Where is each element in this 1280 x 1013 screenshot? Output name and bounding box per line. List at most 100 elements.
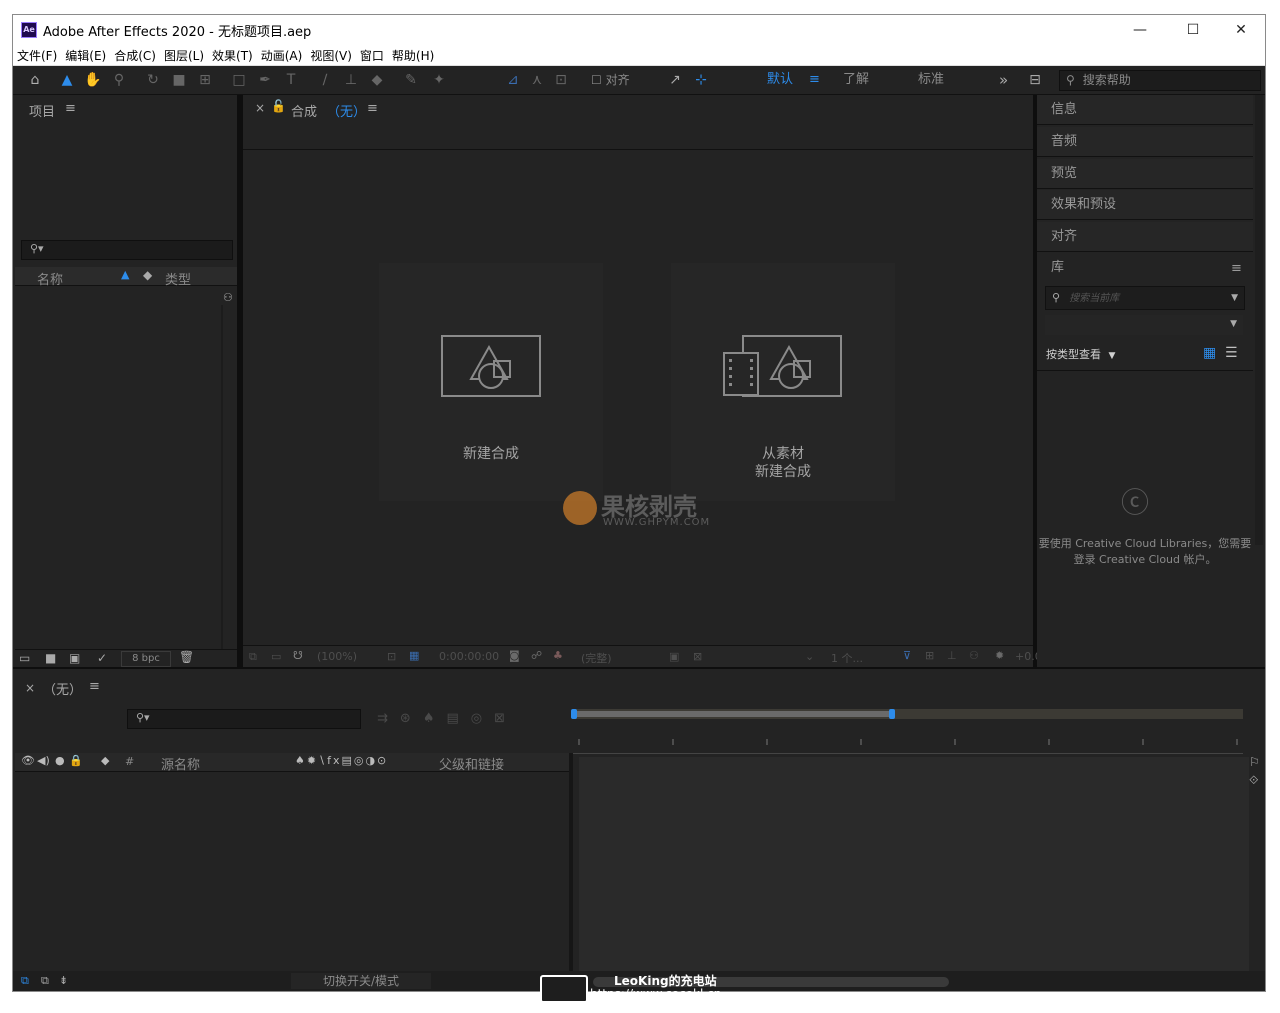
color-channel-icon[interactable]: ♣ <box>553 649 563 662</box>
grid-view-icon[interactable]: ▦ <box>1203 345 1216 361</box>
timeline-divider[interactable] <box>569 753 573 973</box>
work-area-end-handle[interactable] <box>889 709 895 719</box>
menu-view[interactable]: 视图(V) <box>310 47 352 64</box>
library-search-input[interactable]: ⚲ 搜索当前库 ▼ <box>1045 286 1245 310</box>
views-select[interactable]: 1 个... <box>831 650 863 666</box>
snapshot-icon[interactable]: ◙ <box>509 649 520 662</box>
time-ruler[interactable] <box>573 737 1243 754</box>
workspace-default[interactable]: 默认 <box>767 70 793 90</box>
composition-name[interactable]: （无） <box>327 101 366 120</box>
in-out-duration-icon[interactable]: ⇟ <box>59 974 68 987</box>
zoom-select[interactable]: (100%) <box>317 650 357 663</box>
delete-trash-icon[interactable]: 🗑 <box>179 650 194 664</box>
audio-icon[interactable]: ◀) <box>37 754 50 767</box>
menu-effect[interactable]: 效果(T) <box>212 47 253 64</box>
work-area-start-handle[interactable] <box>571 709 577 719</box>
info-panel[interactable]: 信息 <box>1037 95 1253 125</box>
project-panel-title[interactable]: 项目 <box>29 101 55 120</box>
menu-window[interactable]: 窗口 <box>360 47 384 64</box>
menu-animation[interactable]: 动画(A) <box>261 47 303 64</box>
bit-depth-button[interactable]: 8 bpc <box>121 651 171 667</box>
type-column-header[interactable]: 类型 <box>165 269 191 288</box>
composition-mini-flowchart-icon[interactable]: ⇉ <box>377 711 400 726</box>
project-scrollbar[interactable] <box>221 305 223 649</box>
label-tag-icon[interactable]: ◆ <box>143 268 152 282</box>
brush-tool-icon[interactable]: ∕ <box>315 70 335 90</box>
view-axis-icon[interactable]: ⊡ <box>551 70 571 90</box>
comp-flowchart-icon[interactable]: ⊥ <box>947 649 957 662</box>
sync-settings-icon[interactable]: ⊟ <box>1025 70 1045 90</box>
timeline-nav-icon[interactable]: ⟐ <box>1249 773 1263 787</box>
menu-layer[interactable]: 图层(L) <box>164 47 204 64</box>
close-window-button[interactable]: ✕ <box>1218 15 1264 45</box>
parent-link-header[interactable]: 父级和链接 <box>439 754 504 773</box>
grid-guides-icon[interactable]: ⊠ <box>693 650 702 663</box>
minimize-button[interactable]: — <box>1117 15 1163 45</box>
timeline-tab-title[interactable]: （无） <box>43 679 82 698</box>
project-search-input[interactable]: ⚲▾ <box>21 240 233 260</box>
comp-button-icon[interactable]: ⚐ <box>1249 755 1263 769</box>
lock-icon[interactable]: 🔓 <box>271 99 286 113</box>
clone-stamp-tool-icon[interactable]: ⊥ <box>341 70 361 90</box>
region-of-interest-icon[interactable]: ▣ <box>669 650 679 663</box>
close-timeline-tab-icon[interactable]: × <box>25 681 35 695</box>
work-area-bar[interactable] <box>571 709 1243 719</box>
mask-visibility-icon[interactable]: ☋ <box>293 649 303 662</box>
solo-icon[interactable]: ● <box>55 754 65 767</box>
workspace-menu-icon[interactable]: ≡ <box>809 70 820 90</box>
menu-composition[interactable]: 合成(C) <box>114 47 156 64</box>
rotate-tool-icon[interactable]: ↻ <box>143 70 163 90</box>
project-panel-menu-icon[interactable]: ≡ <box>65 101 76 116</box>
layer-switches-icons[interactable]: ♠✹∖fx▤◎◑⊙ <box>295 754 388 767</box>
pen-tool-icon[interactable]: ✒ <box>255 70 275 90</box>
motion-blur-icon[interactable]: ◎ <box>471 711 494 726</box>
name-column-header[interactable]: 名称 <box>37 269 63 288</box>
preview-panel[interactable]: 预览 <box>1037 159 1253 189</box>
new-comp-from-footage-tile[interactable]: 从素材 新建合成 <box>671 263 895 501</box>
fast-preview-icon[interactable]: ⊽ <box>903 649 911 662</box>
libraries-panel-title[interactable]: 库 <box>1037 253 1253 283</box>
timeline-graph-area[interactable] <box>579 757 1249 973</box>
monitor-icon[interactable]: ▭ <box>271 650 281 663</box>
workspace-learn[interactable]: 了解 <box>843 70 869 90</box>
eraser-tool-icon[interactable]: ◆ <box>367 70 387 90</box>
puppet-tool-icon[interactable]: ✦ <box>429 70 449 90</box>
menu-help[interactable]: 帮助(H) <box>392 47 434 64</box>
audio-panel[interactable]: 音频 <box>1037 127 1253 157</box>
view-by-type-dropdown[interactable]: 按类型查看 ▼ <box>1046 346 1115 362</box>
world-axis-icon[interactable]: ⋏ <box>527 70 547 90</box>
toggle-timeline-icon[interactable]: ⊞ <box>925 649 934 662</box>
camera-dropdown-icon[interactable]: ⌄ <box>805 650 814 663</box>
lock-icon[interactable]: 🔒 <box>69 754 83 767</box>
search-help-input[interactable]: ⚲ 搜索帮助 <box>1059 70 1261 91</box>
show-channel-icon[interactable]: ☍ <box>531 649 542 662</box>
flowchart-view-icon[interactable]: ⚇ <box>969 649 979 662</box>
toggle-switches-modes-button[interactable]: 切换开关/模式 <box>291 973 431 989</box>
new-composition-tile[interactable]: 新建合成 <box>379 263 603 501</box>
interpret-footage-icon[interactable]: ▭ <box>19 651 30 665</box>
shy-layers-icon[interactable]: ♠ <box>423 711 447 726</box>
hand-tool-icon[interactable]: ✋ <box>83 70 103 90</box>
graph-editor-icon[interactable]: ⊠ <box>494 711 517 726</box>
local-axis-icon[interactable]: ⊿ <box>503 70 523 90</box>
draft-3d-icon[interactable]: ⊛ <box>400 711 423 726</box>
right-panel-scrollbar[interactable] <box>1255 95 1263 545</box>
new-composition-icon[interactable]: ▣ <box>69 651 80 665</box>
more-workspaces-icon[interactable]: » <box>999 70 1008 90</box>
libraries-menu-icon[interactable]: ≡ <box>1231 261 1242 276</box>
resolution-select[interactable]: (完整) <box>581 650 612 666</box>
roto-brush-tool-icon[interactable]: ✎ <box>401 70 421 90</box>
home-icon[interactable]: ⌂ <box>25 70 45 90</box>
fit-icon[interactable]: ⊡ <box>387 650 396 663</box>
zoom-tool-icon[interactable]: ⚲ <box>109 70 129 90</box>
selection-tool-icon[interactable]: ▲ <box>57 70 77 90</box>
library-select[interactable]: ▼ <box>1045 315 1243 335</box>
expand-panes-icon[interactable]: ⧉ <box>41 974 49 988</box>
reset-exposure-icon[interactable]: ✹ <box>995 649 1004 662</box>
composition-panel-menu-icon[interactable]: ≡ <box>367 101 378 116</box>
project-settings-icon[interactable]: ✓ <box>97 651 107 665</box>
sort-ascending-icon[interactable]: ▲ <box>121 268 129 281</box>
timecode[interactable]: 0:00:00:00 <box>439 650 499 663</box>
effects-presets-panel[interactable]: 效果和预设 <box>1037 190 1253 220</box>
timeline-search-input[interactable]: ⚲▾ <box>127 709 361 729</box>
